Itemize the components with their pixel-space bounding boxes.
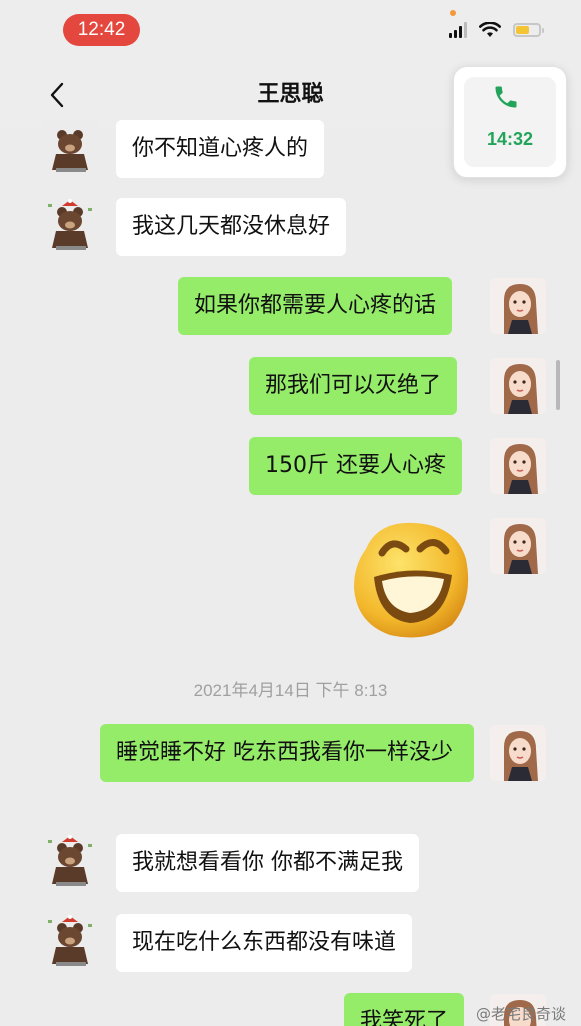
bear-avatar-icon (42, 120, 98, 176)
watermark: @老宅良奇谈 (476, 1005, 567, 1023)
self-avatar[interactable] (490, 725, 546, 781)
privacy-indicator-dot (450, 10, 456, 16)
status-icons (449, 22, 544, 38)
message-bubble-incoming[interactable]: 现在吃什么东西都没有味道 (116, 914, 413, 972)
message-bubble-outgoing[interactable]: 150斤 还要人心疼 (249, 437, 462, 495)
self-avatar[interactable] (490, 518, 546, 574)
chevron-left-icon (50, 82, 64, 108)
message-bubble-outgoing[interactable]: 我笑死了 (344, 993, 465, 1026)
girl-avatar-icon (490, 518, 546, 574)
girl-avatar-icon (490, 725, 546, 781)
battery-icon (513, 23, 544, 37)
back-button[interactable] (40, 78, 74, 112)
contact-avatar[interactable] (42, 834, 98, 890)
girl-avatar-icon (490, 358, 546, 414)
scrollbar[interactable] (556, 360, 560, 410)
contact-avatar[interactable] (42, 198, 98, 254)
bear-avatar-icon (42, 834, 98, 890)
contact-avatar[interactable] (42, 120, 98, 176)
message-bubble-outgoing[interactable]: 那我们可以灭绝了 (249, 357, 458, 415)
bear-avatar-icon (42, 198, 98, 254)
chat-screen: 12:42 王思聪 你不知道心疼人的 我这几天都没休息好 如果你都需要人心疼的话… (0, 0, 581, 1026)
wifi-icon (479, 22, 501, 37)
self-avatar[interactable] (490, 278, 546, 334)
signal-icon (449, 22, 467, 38)
bear-avatar-icon (42, 914, 98, 970)
call-duration: 14:32 (486, 129, 534, 149)
contact-avatar[interactable] (42, 914, 98, 970)
message-bubble-incoming[interactable]: 我这几天都没休息好 (116, 198, 347, 256)
laughing-emoji-sticker[interactable] (348, 515, 476, 643)
battery-level (516, 26, 530, 34)
self-avatar[interactable] (490, 358, 546, 414)
message-bubble-outgoing[interactable]: 睡觉睡不好 吃东西我看你一样没少 (100, 724, 474, 782)
self-avatar[interactable] (490, 438, 546, 494)
status-bar: 12:42 (0, 0, 581, 62)
message-bubble-incoming[interactable]: 我就想看看你 你都不满足我 (116, 834, 419, 892)
floating-call-window[interactable]: 14:32 (453, 66, 567, 178)
girl-avatar-icon (490, 438, 546, 494)
message-bubble-outgoing[interactable]: 如果你都需要人心疼的话 (178, 277, 453, 335)
laughing-emoji-icon (354, 522, 469, 638)
girl-avatar-icon (490, 278, 546, 334)
message-bubble-incoming[interactable]: 你不知道心疼人的 (116, 120, 325, 178)
phone-icon (495, 86, 517, 108)
status-time[interactable]: 12:42 (63, 14, 140, 46)
message-timestamp: 2021年4月14日 下午 8:13 (193, 681, 388, 700)
